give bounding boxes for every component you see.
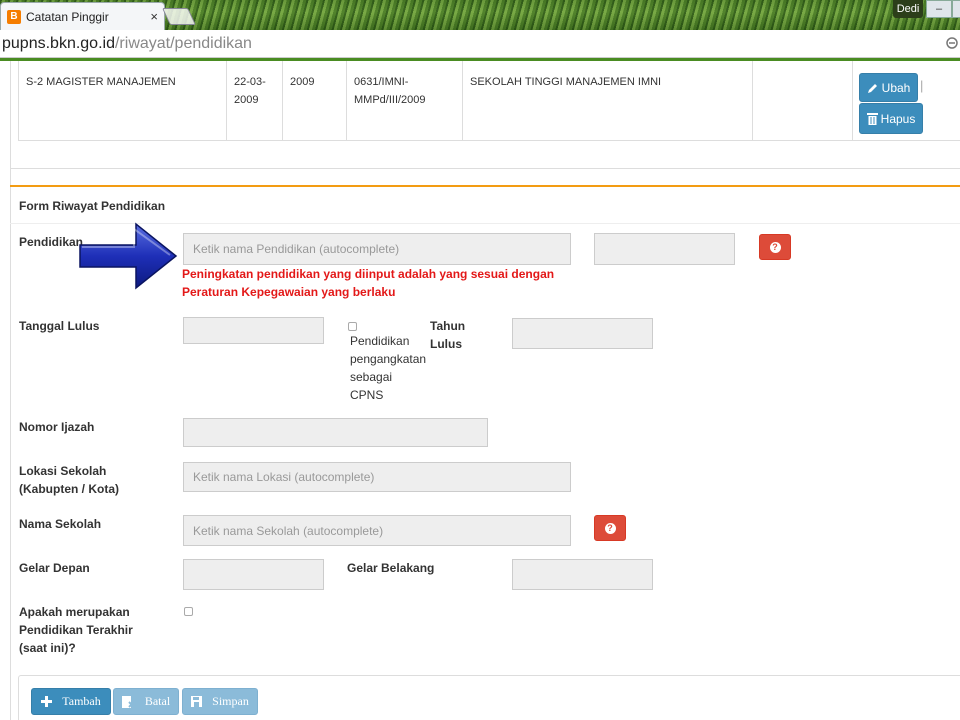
section-divider bbox=[10, 168, 960, 169]
plus-icon bbox=[41, 696, 53, 707]
nama-sekolah-input[interactable]: Ketik nama Sekolah (autocomplete) bbox=[183, 515, 571, 546]
tab-title: Catatan Pinggir bbox=[26, 9, 109, 24]
nama-sekolah-help-button[interactable]: ? bbox=[594, 515, 626, 541]
ubah-label: Ubah bbox=[881, 80, 911, 95]
url-host: pupns.bkn.go.id bbox=[2, 34, 115, 52]
pencil-icon bbox=[867, 83, 877, 93]
gelar-belakang-label: Gelar Belakang bbox=[347, 561, 435, 575]
simpan-label: Simpan bbox=[212, 694, 249, 708]
tahun-lulus-label: Tahun Lulus bbox=[430, 319, 466, 351]
gelar-belakang-input[interactable] bbox=[512, 559, 653, 590]
url-text[interactable]: pupns.bkn.go.id/riwayat/pendidikan bbox=[0, 35, 252, 53]
maximize-button[interactable] bbox=[952, 0, 960, 18]
tanggal-lulus-label: Tanggal Lulus bbox=[19, 319, 100, 333]
simpan-button[interactable]: Simpan bbox=[182, 688, 258, 715]
batal-button[interactable]: Batal bbox=[113, 688, 179, 715]
pendidikan-help-button[interactable]: ? bbox=[759, 234, 791, 260]
form-box-top-border bbox=[10, 185, 960, 187]
cell-sekolah: SEKOLAH TINGGI MANAJEMEN IMNI bbox=[463, 61, 753, 141]
hapus-button[interactable]: Hapus bbox=[859, 103, 923, 134]
action-divider: | bbox=[920, 78, 924, 93]
browser-tab[interactable]: B Catatan Pinggir × bbox=[0, 2, 165, 30]
pengangkatan-checkbox[interactable] bbox=[348, 322, 357, 331]
pendidikan-label: Pendidikan bbox=[19, 235, 84, 249]
browser-tab-bar: B Catatan Pinggir × Dedi – bbox=[0, 0, 960, 30]
tanggal-lulus-input[interactable] bbox=[183, 317, 324, 344]
pendidikan-terakhir-label: Apakah merupakan Pendidikan Terakhir (sa… bbox=[19, 605, 133, 655]
batal-label: Batal bbox=[144, 694, 171, 708]
page-content: S-2 MAGISTER MANAJEMEN 22-03-2009 2009 0… bbox=[0, 61, 960, 720]
arrow-annotation-icon bbox=[79, 222, 178, 290]
cell-tingkat: S-2 MAGISTER MANAJEMEN bbox=[19, 61, 227, 141]
cell-tahun: 2009 bbox=[283, 61, 347, 141]
table-row: S-2 MAGISTER MANAJEMEN 22-03-2009 2009 0… bbox=[18, 61, 960, 141]
lokasi-label: Lokasi Sekolah (Kabupten / Kota) bbox=[19, 464, 119, 496]
hapus-label: Hapus bbox=[880, 111, 916, 126]
tambah-button[interactable]: Tambah bbox=[31, 688, 111, 715]
tab-close-icon[interactable]: × bbox=[150, 9, 158, 24]
user-profile-label[interactable]: Dedi bbox=[893, 0, 923, 18]
pendidikan-terakhir-checkbox[interactable] bbox=[184, 607, 193, 616]
cancel-icon bbox=[121, 695, 135, 708]
tambah-label: Tambah bbox=[62, 694, 101, 708]
question-icon: ? bbox=[769, 241, 781, 253]
pendidikan-input[interactable]: Ketik nama Pendidikan (autocomplete) bbox=[183, 233, 571, 265]
gelar-depan-input[interactable] bbox=[183, 559, 324, 590]
save-icon bbox=[191, 696, 203, 707]
blogger-icon: B bbox=[7, 9, 21, 24]
url-path: /riwayat/pendidikan bbox=[114, 34, 252, 52]
question-icon: ? bbox=[604, 522, 616, 534]
tahun-lulus-input[interactable] bbox=[512, 318, 653, 349]
pendidikan-code-input[interactable] bbox=[594, 233, 735, 265]
nomor-ijazah-label: Nomor Ijazah bbox=[19, 420, 95, 434]
pendidikan-warning: Peningkatan pendidikan yang diinput adal… bbox=[182, 267, 555, 299]
nama-sekolah-label: Nama Sekolah bbox=[19, 517, 102, 531]
form-title: Form Riwayat Pendidikan bbox=[19, 199, 166, 213]
trash-icon bbox=[866, 113, 878, 125]
left-border bbox=[10, 61, 11, 720]
zoom-icon[interactable] bbox=[946, 36, 958, 52]
pengangkatan-label: Pendidikan pengangkatan sebagai CPNS bbox=[350, 334, 427, 402]
lokasi-input[interactable]: Ketik nama Lokasi (autocomplete) bbox=[183, 462, 571, 492]
nomor-ijazah-input[interactable] bbox=[183, 418, 488, 447]
gelar-depan-label: Gelar Depan bbox=[19, 561, 90, 575]
cell-nomor: 0631/IMNI-MMPd/III/2009 bbox=[347, 61, 463, 141]
cell-tanggal: 22-03-2009 bbox=[227, 61, 283, 141]
address-bar[interactable]: pupns.bkn.go.id/riwayat/pendidikan bbox=[0, 30, 960, 58]
ubah-button[interactable]: Ubah bbox=[859, 73, 918, 102]
cell-empty bbox=[753, 61, 853, 141]
minimize-button[interactable]: – bbox=[926, 0, 952, 18]
